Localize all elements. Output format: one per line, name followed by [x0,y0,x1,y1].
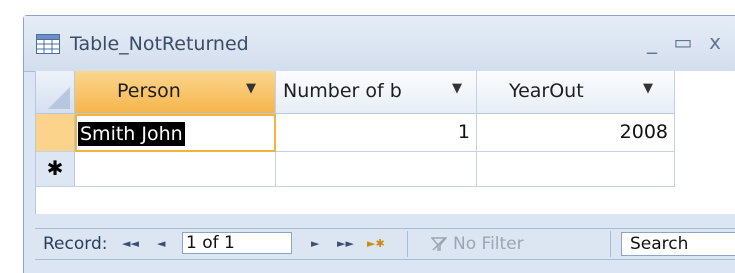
column-header-label: YearOut [509,80,584,102]
column-header-label: Person [117,80,181,102]
new-cell-yearout[interactable] [477,152,675,187]
datasheet-grid: Person ▼ Number of b ▼ YearOut ▼ Smith J… [35,71,735,214]
new-cell-person[interactable] [75,152,276,187]
current-record-input[interactable]: 1 of 1 [182,232,292,254]
filter-dropdown-icon[interactable]: ▼ [452,81,462,96]
window-title: Table_NotReturned [70,33,249,55]
table-icon [36,34,60,54]
no-filter-button[interactable]: No Filter [453,234,524,254]
minimize-button[interactable]: _ [639,30,665,54]
close-button[interactable]: x [702,30,728,54]
row-selector[interactable] [36,114,75,152]
new-record-nav-icon[interactable]: ►✱ [367,237,385,250]
new-cell-number[interactable] [276,152,477,187]
column-header-yearout[interactable]: YearOut ▼ [477,71,675,114]
new-record-icon: ✱ [46,156,64,180]
divider [407,231,408,257]
table-window: Table_NotReturned _ ▭ x Person ▼ Number … [23,15,735,273]
record-label: Record: [43,234,108,254]
column-header-person[interactable]: Person ▼ [75,71,276,114]
select-all-icon [48,87,70,109]
next-record-icon[interactable]: ► [311,237,319,250]
record-navigation-bar: Record: ◄◄ ◄ 1 of 1 ► ►► ►✱ No Filter Se… [35,228,735,260]
search-input[interactable]: Search [621,232,735,256]
cell-person[interactable]: Smith John [75,114,276,152]
last-record-icon[interactable]: ►► [337,237,354,250]
column-header-number[interactable]: Number of b ▼ [276,71,477,114]
select-all-corner[interactable] [36,71,75,114]
cell-number[interactable]: 1 [276,114,477,152]
cell-yearout[interactable]: 2008 [477,114,675,152]
new-record-selector[interactable]: ✱ [36,152,75,187]
no-filter-icon [431,237,447,251]
previous-record-icon[interactable]: ◄ [157,237,165,250]
selected-text: Smith John [78,122,185,146]
filter-dropdown-icon[interactable]: ▼ [643,81,653,96]
divider [610,231,611,257]
maximize-button[interactable]: ▭ [670,30,696,54]
first-record-icon[interactable]: ◄◄ [122,237,139,250]
filter-dropdown-icon[interactable]: ▼ [246,81,256,96]
title-bar[interactable]: Table_NotReturned _ ▭ x [24,16,735,72]
column-header-label: Number of b [283,80,402,102]
